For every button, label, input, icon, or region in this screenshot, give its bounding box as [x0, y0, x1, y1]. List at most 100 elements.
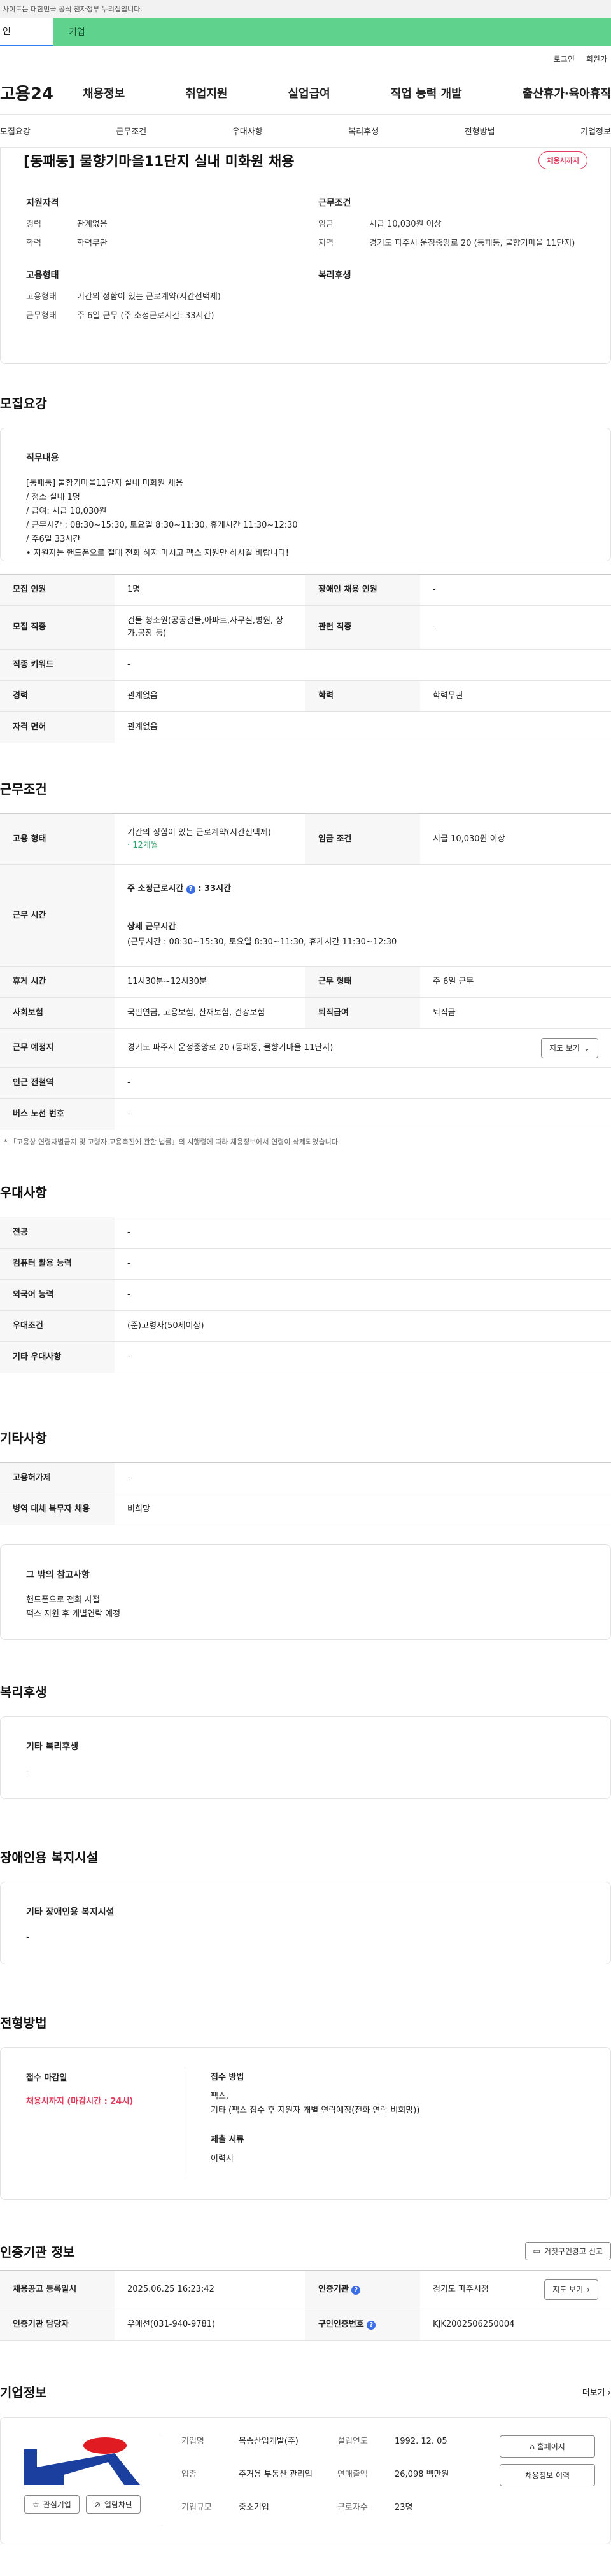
company-more-link[interactable]: 더보기 › — [582, 2386, 611, 2398]
job-history-button[interactable]: 채용정보 이력 — [500, 2464, 595, 2486]
section-title-preferences: 우대사항 — [0, 1184, 47, 1200]
report-label: 거짓구인광고 신고 — [544, 2246, 603, 2256]
site-logo[interactable]: 고용24 — [0, 81, 83, 104]
emp-key: 근무형태 — [26, 311, 57, 321]
row-value: - — [115, 1279, 611, 1311]
help-icon[interactable]: ? — [367, 2321, 376, 2330]
tab-individual[interactable]: 인 — [0, 18, 53, 46]
summary-grid: 지원자격 경력 관계없음 학력 학력무관 근무조건 임금 시급 10,030원 이상 … — [1, 173, 610, 349]
tab-recruit[interactable]: 모집요강 — [0, 125, 31, 137]
row-header: 자격 면허 — [0, 711, 115, 743]
row-header: 휴게 시간 — [0, 966, 115, 998]
block-view-button[interactable]: ⊘ 열람차단 — [85, 2495, 141, 2514]
gnb-item-leave[interactable]: 출산휴가·육아휴직 — [523, 85, 611, 101]
emp-type-value: 기간의 정함이 있는 근로계약(시간선택제) — [127, 827, 271, 837]
work-key: 임금 — [318, 220, 334, 229]
work-condition-block: 근무조건 임금 시급 10,030원 이상 지역 경기도 파주시 운정중앙로 20 … — [318, 196, 585, 257]
row-value: 2025.06.25 16:23:42 — [115, 2270, 306, 2309]
row-value: - — [420, 605, 611, 650]
table-row: 우대조건 (준)고령자(50세이상) — [0, 1310, 611, 1342]
tab-process[interactable]: 전형방법 — [465, 125, 495, 137]
row-header: 기타 우대사항 — [0, 1341, 115, 1373]
cert-map-button[interactable]: 지도 보기 › — [544, 2279, 598, 2300]
row-value: 시급 10,030원 이상 — [420, 813, 611, 865]
join-link[interactable]: 회원가 — [586, 53, 607, 64]
gnb-item-skills[interactable]: 직업 능력 개발 — [391, 85, 462, 101]
table-row: 인증기관 담당자 우애선(031-940-9781) 구인인증번호 ? KJK2… — [0, 2309, 611, 2341]
age-note: * 「고용상 연령차별금지 및 고령자 고용촉진에 관한 법률」의 시행령에 따… — [4, 1138, 341, 1146]
company-info-grid: 기업명 목송산업개발(주) 설립연도 1992. 12. 05 업종 주거용 부… — [162, 2435, 500, 2526]
report-false-ad-button[interactable]: ▭ 거짓구인광고 신고 — [524, 2241, 611, 2260]
document-icon: ▭ — [533, 2246, 540, 2255]
row-value: - — [115, 1248, 611, 1280]
homepage-button[interactable]: ⌂ 홈페이지 — [500, 2435, 595, 2458]
row-header: 인증기관 ? — [306, 2270, 420, 2309]
row-header: 버스 노선 번호 — [0, 1098, 115, 1130]
table-row: 사회보험 국민연금, 고용보험, 산재보험, 건강보험 퇴직급여 퇴직금 — [0, 997, 611, 1029]
login-link[interactable]: 로그인 — [554, 53, 575, 64]
duty-line: • 지원자는 핸드폰으로 절대 전화 하지 마시고 팩스 지원만 하시길 바랍니… — [26, 549, 290, 558]
job-summary-card: [동패동] 물향기마을11단지 실내 미화원 채용 채용시까지 지원자격 경력 관… — [0, 148, 611, 364]
row-header: 전공 — [0, 1217, 115, 1249]
disabled-box-value: - — [26, 1933, 29, 1942]
work-value: 시급 10,030원 이상 — [369, 220, 442, 229]
gnb-item-unemployment-benefit[interactable]: 실업급여 — [288, 85, 330, 101]
tab-welfare[interactable]: 복리후생 — [348, 125, 379, 137]
duty-line: / 청소 실내 1명 — [26, 493, 80, 502]
row-value: 관계없음 — [115, 680, 306, 712]
help-icon[interactable]: ? — [351, 2286, 361, 2295]
deadline-col: 접수 마감일 채용시까지 (마감시간 : 24시) — [26, 2071, 185, 2176]
favorite-label: 관심기업 — [43, 2500, 71, 2509]
field-value: 중소기업 — [239, 2503, 269, 2512]
job-header: [동패동] 물향기마을11단지 실내 미화원 채용 채용시까지 — [1, 148, 610, 173]
field-label: 기업명 — [181, 2437, 204, 2446]
welfare-box-title: 기타 복리후생 — [26, 1742, 79, 1752]
duty-line: / 근무시간 : 08:30~15:30, 토요일 8:30~11:30, 휴게… — [26, 521, 298, 530]
gov-banner: 사이트는 대한민국 공식 전자정부 누리집입니다. — [0, 0, 611, 18]
row-header: 근무 예정지 — [0, 1028, 115, 1068]
table-row: 자격 면허 관계없음 — [0, 711, 611, 743]
tab-company[interactable]: 기업 — [53, 18, 611, 46]
chevron-right-icon: › — [607, 2388, 611, 2398]
gnb-item-employment-support[interactable]: 취업지원 — [185, 85, 227, 101]
gnb-menus: 채용정보 취업지원 실업급여 직업 능력 개발 출산휴가·육아휴직 — [83, 85, 611, 101]
field-value: 23명 — [395, 2503, 413, 2512]
table-row: 외국어 능력 - — [0, 1279, 611, 1311]
duty-title: 직무내용 — [26, 453, 59, 463]
field-label: 설립연도 — [337, 2437, 368, 2446]
company-card: ☆ 관심기업 ⊘ 열람차단 기업명 목송산업개발(주) 설립연도 1992. 12.… — [0, 2417, 611, 2544]
status-badge: 채용시까지 — [538, 151, 587, 169]
emp-value: 주 6일 근무 (주 소정근로시간: 33시간) — [77, 311, 214, 321]
favorite-company-button[interactable]: ☆ 관심기업 — [24, 2495, 80, 2514]
table-row: 버스 노선 번호 - — [0, 1098, 611, 1130]
gnb-item-jobs[interactable]: 채용정보 — [83, 85, 125, 101]
deadline-title: 접수 마감일 — [26, 2073, 67, 2083]
more-label: 더보기 — [582, 2388, 605, 2398]
map-view-button[interactable]: 지도 보기 ⌄ — [540, 1038, 598, 1058]
field-value: 26,098 백만원 — [395, 2470, 449, 2479]
row-value: 경기도 파주시청 지도 보기 › — [420, 2270, 611, 2309]
qual-key: 경력 — [26, 220, 41, 229]
row-value: 경기도 파주시 운정중앙로 20 (동패동, 물향기마을 11단지) 지도 보기… — [115, 1028, 611, 1068]
cert-header: 인증기관 정보 ▭ 거짓구인광고 신고 — [0, 2238, 611, 2264]
section-title-etc: 기타사항 — [0, 1430, 47, 1446]
etc-notes-title: 그 밖의 참고사항 — [26, 1570, 90, 1580]
row-value: - — [115, 1217, 611, 1249]
table-row: 고용 형태 기간의 정함이 있는 근로계약(시간선택제) · 12개월 임금 조… — [0, 813, 611, 865]
age-note-text: 「고용상 연령차별금지 및 고령자 고용촉진에 관한 법률」의 시행령에 따라 … — [10, 1138, 341, 1146]
process-box: 접수 마감일 채용시까지 (마감시간 : 24시) 접수 방법 팩스, 기타 (… — [0, 2047, 611, 2200]
field-value: 1992. 12. 05 — [395, 2437, 447, 2446]
tab-company[interactable]: 기업정보 — [580, 125, 611, 137]
recruit-table: 모집 인원 1명 장애인 채용 인원 - 모집 직종 건물 청소원(공공건물,아… — [0, 574, 611, 743]
star-icon: ☆ — [32, 2500, 39, 2509]
row-value: 비희망 — [115, 1494, 611, 1525]
help-icon[interactable]: ? — [186, 885, 195, 894]
tab-conditions[interactable]: 근무조건 — [116, 125, 146, 137]
row-value: 주 소정근로시간 ? : 33시간 상세 근무시간 (근무시간 : 08:30~… — [115, 864, 611, 967]
table-row: 전공 - — [0, 1217, 611, 1249]
table-row: 모집 인원 1명 장애인 채용 인원 - — [0, 574, 611, 606]
table-row: 인근 전철역 - — [0, 1067, 611, 1099]
tab-preferences[interactable]: 우대사항 — [232, 125, 263, 137]
row-header: 학력 — [306, 680, 420, 712]
row-header: 인증기관 담당자 — [0, 2309, 115, 2341]
